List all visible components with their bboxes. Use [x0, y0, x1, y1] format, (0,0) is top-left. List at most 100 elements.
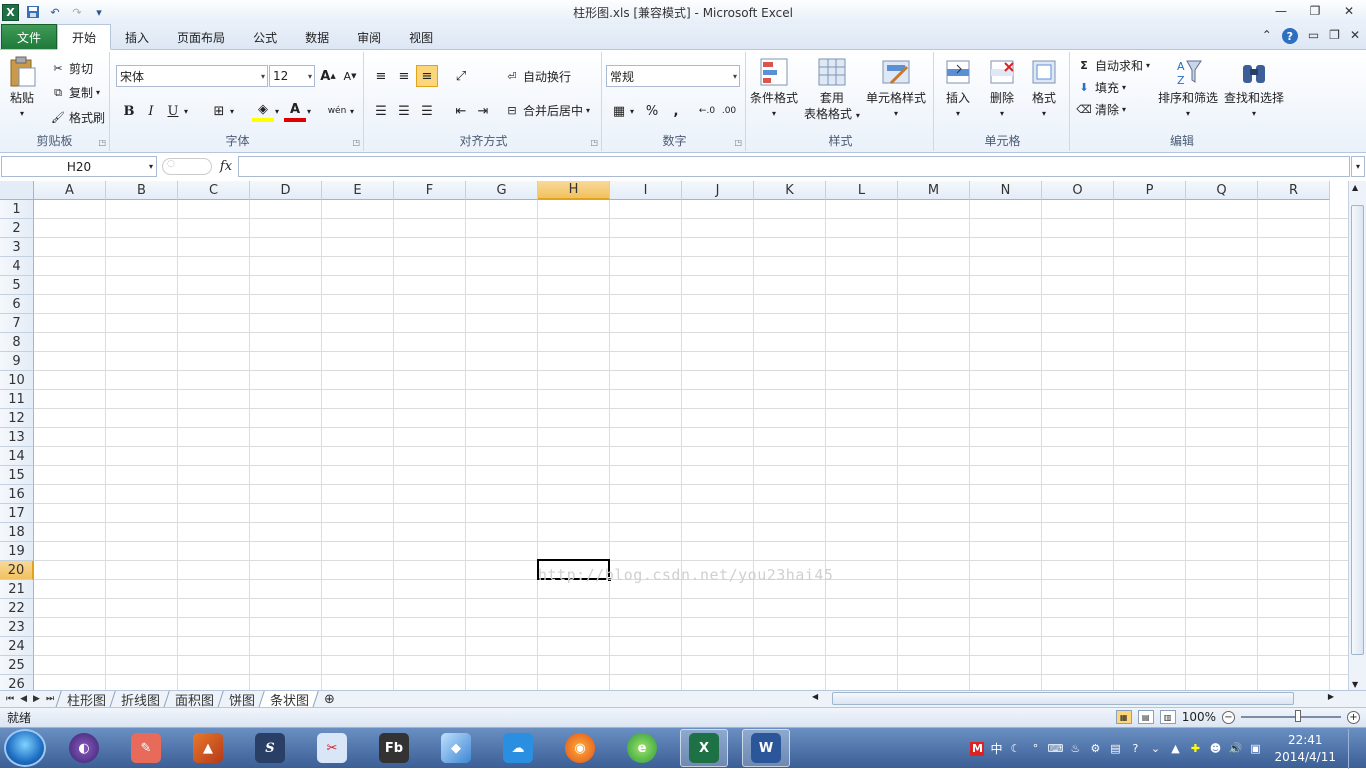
help-tray-icon[interactable]: ? — [1128, 742, 1142, 756]
cell-styles-button[interactable]: 单元格样式 ▾ — [866, 56, 926, 122]
save-icon[interactable] — [25, 4, 41, 20]
zoom-slider[interactable] — [1241, 710, 1341, 722]
italic-button[interactable]: I — [140, 100, 162, 122]
number-format-combo[interactable]: 常规 ▾ — [606, 65, 740, 87]
undo-icon[interactable]: ↶ — [47, 4, 63, 20]
tab-view[interactable]: 视图 — [395, 25, 447, 49]
row-header-18[interactable]: 18 — [0, 523, 34, 542]
clear-button[interactable]: ⌫ 清除 ▾ — [1076, 101, 1126, 118]
tab-insert[interactable]: 插入 — [111, 25, 163, 49]
qq-icon[interactable]: ☻ — [1208, 742, 1222, 756]
skin-icon[interactable]: ♨ — [1068, 742, 1082, 756]
vertical-scrollbar[interactable]: ▲ ▼ — [1348, 181, 1366, 691]
orientation-icon[interactable]: ⤢ — [450, 65, 472, 87]
autosum-button[interactable]: Σ 自动求和 ▾ — [1076, 57, 1150, 74]
column-header-p[interactable]: P — [1114, 181, 1186, 200]
expand-formula-bar-icon[interactable]: ▾ — [1351, 156, 1365, 177]
taskbar-scissors[interactable]: ✂ — [308, 729, 356, 767]
tab-review[interactable]: 审阅 — [343, 25, 395, 49]
restore-button[interactable]: ❐ — [1298, 0, 1332, 22]
wrap-text-button[interactable]: ⏎ 自动换行 — [504, 68, 571, 85]
percent-button[interactable]: % — [641, 100, 663, 122]
first-sheet-icon[interactable]: ⏮ — [6, 694, 14, 704]
shrink-font-button[interactable]: A ▼ — [339, 65, 361, 87]
clipboard-icon[interactable]: ▤ — [1108, 742, 1122, 756]
copy-button[interactable]: ⧉ 复制 ▾ — [50, 84, 100, 101]
punctuation-icon[interactable]: ° — [1028, 742, 1042, 756]
clock[interactable]: 22:41 2014/4/11 — [1274, 732, 1336, 766]
taskbar-matlab[interactable]: ▲ — [184, 729, 232, 767]
align-top-icon[interactable]: ≡ — [370, 65, 392, 87]
row-header-15[interactable]: 15 — [0, 466, 34, 485]
column-header-f[interactable]: F — [394, 181, 466, 200]
horizontal-scroll-thumb[interactable] — [832, 692, 1294, 705]
dialog-launcher-icon[interactable]: ◳ — [98, 138, 106, 147]
minimize-button[interactable]: — — [1264, 0, 1298, 22]
page-layout-view-icon[interactable]: ▤ — [1137, 710, 1154, 724]
column-header-i[interactable]: I — [610, 181, 682, 200]
column-header-c[interactable]: C — [178, 181, 250, 200]
row-header-17[interactable]: 17 — [0, 504, 34, 523]
row-header-12[interactable]: 12 — [0, 409, 34, 428]
row-header-24[interactable]: 24 — [0, 637, 34, 656]
formula-bar-resize-handle[interactable]: ◌ — [162, 158, 212, 175]
doc-minimize-icon[interactable]: ▭ — [1308, 28, 1319, 44]
bold-button[interactable]: B — [118, 100, 140, 122]
tab-data[interactable]: 数据 — [291, 25, 343, 49]
doc-close-icon[interactable]: ✕ — [1350, 28, 1360, 44]
row-header-13[interactable]: 13 — [0, 428, 34, 447]
row-header-16[interactable]: 16 — [0, 485, 34, 504]
row-header-3[interactable]: 3 — [0, 238, 34, 257]
tab-file[interactable]: 文件 — [1, 24, 58, 49]
dialog-launcher-icon[interactable]: ◳ — [352, 138, 360, 147]
border-dropdown-icon[interactable]: ▾ — [226, 100, 238, 122]
grow-font-button[interactable]: A ▲ — [317, 65, 339, 87]
zoom-out-icon[interactable]: − — [1222, 710, 1235, 724]
align-left-icon[interactable]: ☰ — [370, 100, 392, 122]
merge-center-button[interactable]: ⊟ 合并后居中 ▾ — [504, 102, 590, 119]
taskbar-ie[interactable]: e — [618, 729, 666, 767]
format-painter-button[interactable]: 🖌 格式刷 — [50, 109, 105, 126]
row-header-7[interactable]: 7 — [0, 314, 34, 333]
column-header-g[interactable]: G — [466, 181, 538, 200]
column-header-n[interactable]: N — [970, 181, 1042, 200]
horizontal-scrollbar[interactable]: ◀ ▶ — [808, 691, 1338, 706]
taskbar-excel[interactable]: X — [680, 729, 728, 767]
dialog-launcher-icon[interactable]: ◳ — [734, 138, 742, 147]
font-color-dropdown-icon[interactable]: ▾ — [303, 100, 315, 122]
increase-indent-icon[interactable]: ⇥ — [472, 100, 494, 122]
excel-icon[interactable]: X — [2, 3, 19, 21]
font-size-combo[interactable]: 12 ▾ — [269, 65, 315, 87]
name-box[interactable]: H20 ▾ — [1, 156, 157, 177]
taskbar-sticky[interactable]: ✎ — [122, 729, 170, 767]
last-sheet-icon[interactable]: ⏭ — [46, 694, 54, 704]
moon-icon[interactable]: ☾ — [1008, 742, 1022, 756]
zoom-level[interactable]: 100% — [1182, 710, 1216, 724]
fill-dropdown-icon[interactable]: ▾ — [271, 100, 283, 122]
paste-button[interactable]: 粘贴 ▾ — [6, 56, 38, 122]
font-name-combo[interactable]: 宋体 ▾ — [116, 65, 268, 87]
prev-sheet-icon[interactable]: ◀ — [20, 694, 27, 704]
align-middle-icon[interactable]: ≡ — [393, 65, 415, 87]
taskbar-firefox[interactable]: ◉ — [556, 729, 604, 767]
row-header-5[interactable]: 5 — [0, 276, 34, 295]
tab-page-layout[interactable]: 页面布局 — [163, 25, 239, 49]
insert-cells-button[interactable]: 插入 ▾ — [942, 56, 974, 122]
start-button[interactable] — [4, 729, 46, 767]
scroll-down-icon[interactable]: ▼ — [1352, 680, 1358, 689]
volume-icon[interactable]: 🔊 — [1228, 742, 1243, 756]
keyboard-icon[interactable]: ⌨ — [1048, 742, 1064, 756]
insert-sheet-icon[interactable]: ⊕ — [312, 690, 346, 708]
underline-dropdown-icon[interactable]: ▾ — [180, 100, 192, 122]
column-header-k[interactable]: K — [754, 181, 826, 200]
row-header-20[interactable]: 20 — [0, 561, 34, 580]
doc-restore-icon[interactable]: ❐ — [1329, 28, 1340, 44]
find-select-button[interactable]: 查找和选择 ▾ — [1224, 56, 1284, 122]
show-desktop-button[interactable] — [1348, 728, 1358, 769]
row-header-19[interactable]: 19 — [0, 542, 34, 561]
scroll-right-icon[interactable]: ▶ — [1328, 692, 1334, 701]
comma-button[interactable]: , — [665, 100, 687, 122]
taskbar-cube[interactable]: ◆ — [432, 729, 480, 767]
row-header-14[interactable]: 14 — [0, 447, 34, 466]
vertical-scroll-thumb[interactable] — [1351, 205, 1364, 655]
